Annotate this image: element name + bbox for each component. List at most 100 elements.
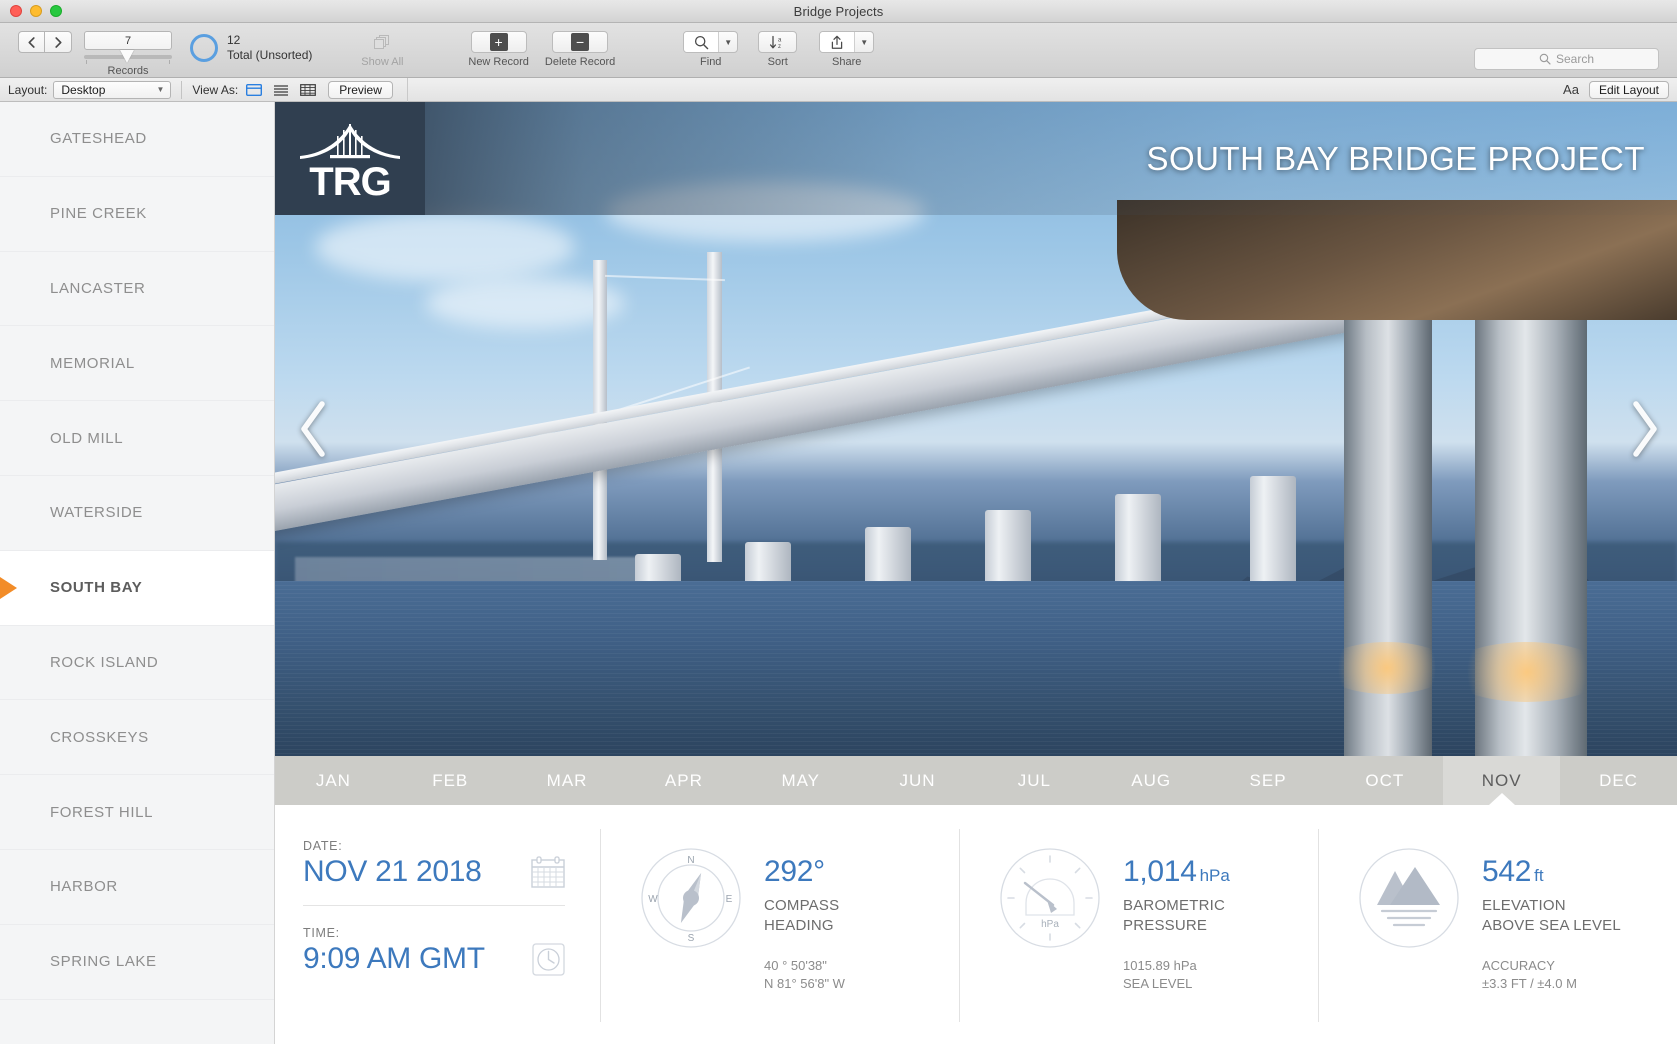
- sidebar-item-harbor[interactable]: HARBOR: [0, 850, 274, 925]
- tab-sep[interactable]: SEP: [1210, 756, 1327, 805]
- compass-e: E: [726, 894, 733, 905]
- record-index-field[interactable]: 7: [84, 31, 172, 50]
- share-group[interactable]: ▼ Share: [819, 31, 875, 68]
- elevation-sub-line2: ±3.3 FT / ±4.0 M: [1482, 975, 1577, 991]
- layout-select[interactable]: Desktop ▼: [53, 80, 172, 99]
- tab-aug[interactable]: AUG: [1093, 756, 1210, 805]
- pressure-name-line2: PRESSURE: [1123, 917, 1208, 935]
- search-field[interactable]: Search: [1474, 48, 1659, 70]
- carousel-prev-button[interactable]: [291, 390, 335, 468]
- tab-nov[interactable]: NOV: [1443, 756, 1561, 805]
- sidebar-item-waterside[interactable]: WATERSIDE: [0, 476, 274, 551]
- hero-image-carousel[interactable]: TRG SOUTH BAY BRIDGE PROJECT: [275, 102, 1677, 756]
- view-as-list-button[interactable]: [273, 83, 289, 96]
- carousel-next-button[interactable]: [1623, 390, 1667, 468]
- view-as-form-button[interactable]: [246, 83, 263, 96]
- compass-name-line2: HEADING: [764, 917, 834, 935]
- pie-indicator-icon: [190, 34, 218, 62]
- sidebar-item-crosskeys[interactable]: CROSSKEYS: [0, 700, 274, 776]
- new-record-button[interactable]: +: [470, 31, 527, 53]
- tab-label: NOV: [1481, 770, 1522, 790]
- sort-button[interactable]: a z: [758, 31, 798, 53]
- sort-az-icon: a z: [770, 35, 782, 49]
- sidebar-item-lancaster[interactable]: LANCASTER: [0, 252, 274, 327]
- sidebar-item-label: OLD MILL: [50, 429, 124, 447]
- preview-label: Preview: [339, 82, 382, 97]
- sidebar-item-label: PINE CREEK: [50, 205, 147, 223]
- tab-label: APR: [664, 770, 703, 790]
- sidebar-item-south-bay[interactable]: SOUTH BAY: [0, 550, 274, 626]
- sidebar-item-rock-island[interactable]: ROCK ISLAND: [0, 626, 274, 701]
- layout-value: Desktop: [61, 82, 106, 97]
- tab-jul[interactable]: JUL: [976, 756, 1093, 805]
- tab-feb[interactable]: FEB: [392, 756, 509, 805]
- trg-logo-text: TRG: [309, 159, 391, 204]
- date-field-group[interactable]: DATE: NOV 21 2018: [303, 839, 565, 889]
- sidebar-item-old-mill[interactable]: OLD MILL: [0, 401, 274, 476]
- sidebar-item-gateshead[interactable]: GATESHEAD: [0, 102, 274, 177]
- sidebar-item-spring-lake[interactable]: SPRING LAKE: [0, 925, 274, 1000]
- find-button[interactable]: ▼: [683, 31, 739, 53]
- clock-icon[interactable]: [532, 942, 565, 976]
- project-title: SOUTH BAY BRIDGE PROJECT: [1146, 139, 1645, 177]
- previous-record-button[interactable]: [18, 31, 45, 53]
- sidebar[interactable]: GATESHEAD PINE CREEK LANCASTER MEMORIAL …: [0, 102, 275, 1044]
- tab-mar[interactable]: MAR: [509, 756, 626, 805]
- record-slider[interactable]: [84, 50, 172, 64]
- find-dropdown-arrow[interactable]: ▼: [718, 32, 737, 52]
- tab-dec[interactable]: DEC: [1560, 756, 1677, 805]
- divider: [181, 80, 183, 99]
- gauge-icon: hPa: [999, 847, 1101, 954]
- records-label: Records: [107, 65, 149, 77]
- tab-label: SEP: [1249, 770, 1287, 790]
- sidebar-item-label: CROSSKEYS: [50, 728, 149, 746]
- elevation-unit: ft: [1534, 866, 1544, 885]
- tab-apr[interactable]: APR: [625, 756, 742, 805]
- sidebar-item-memorial[interactable]: MEMORIAL: [0, 326, 274, 402]
- find-icon-wrap[interactable]: [684, 32, 719, 52]
- next-record-button[interactable]: [45, 31, 72, 53]
- edit-layout-button[interactable]: Edit Layout: [1588, 80, 1669, 99]
- tab-oct[interactable]: OCT: [1326, 756, 1443, 805]
- pressure-name-line1: BAROMETRIC: [1123, 897, 1226, 914]
- stack-icon: [373, 34, 391, 50]
- view-as-table-button[interactable]: [300, 83, 317, 96]
- compass-icon: N S W E: [640, 847, 742, 954]
- preview-button[interactable]: Preview: [328, 80, 393, 99]
- new-record-group[interactable]: + New Record: [468, 31, 529, 68]
- tab-label: JUN: [899, 770, 936, 790]
- delete-record-group[interactable]: − Delete Record: [545, 31, 615, 68]
- chevron-down-icon: ▼: [156, 85, 165, 94]
- list-view-icon: [274, 84, 289, 96]
- show-all-group[interactable]: Show All: [354, 31, 410, 68]
- sidebar-item-pine-creek[interactable]: PINE CREEK: [0, 177, 274, 252]
- compass-s: S: [688, 933, 695, 944]
- new-record-label: New Record: [468, 56, 529, 68]
- tab-label: DEC: [1599, 770, 1638, 790]
- find-group[interactable]: ▼ Find: [683, 31, 739, 68]
- month-tab-bar[interactable]: JAN FEB MAR APR MAY JUN JUL AUG SEP OCT …: [275, 756, 1677, 805]
- tab-jun[interactable]: JUN: [859, 756, 976, 805]
- calendar-icon[interactable]: [531, 856, 565, 888]
- sidebar-item-label: WATERSIDE: [50, 504, 143, 522]
- share-dropdown-arrow[interactable]: ▼: [854, 32, 873, 52]
- show-all-button[interactable]: [354, 31, 410, 53]
- record-slider-group: 7 Records: [84, 31, 172, 77]
- share-icon-wrap[interactable]: [820, 32, 855, 52]
- time-field-group[interactable]: TIME: 9:09 AM GMT: [303, 926, 565, 976]
- sort-group[interactable]: a z Sort: [758, 31, 798, 68]
- tab-may[interactable]: MAY: [742, 756, 859, 805]
- sidebar-item-label: FOREST HILL: [50, 803, 154, 821]
- pressure-unit: hPa: [1199, 866, 1230, 885]
- share-button[interactable]: ▼: [819, 31, 875, 53]
- elevation-column: 542 ft ELEVATION ABOVE SEA LEVEL ACCURACY…: [1318, 805, 1677, 1044]
- minus-icon: −: [571, 33, 590, 51]
- tab-jan[interactable]: JAN: [275, 756, 392, 805]
- record-slider-thumb[interactable]: [120, 50, 134, 63]
- delete-record-button[interactable]: −: [552, 31, 609, 53]
- field-divider: [303, 905, 565, 906]
- sidebar-item-forest-hill[interactable]: FOREST HILL: [0, 775, 274, 850]
- svg-text:z: z: [778, 44, 781, 49]
- compass-coord-line2: N 81° 56'8" W: [764, 975, 845, 991]
- text-size-icon[interactable]: Aa: [1563, 82, 1579, 97]
